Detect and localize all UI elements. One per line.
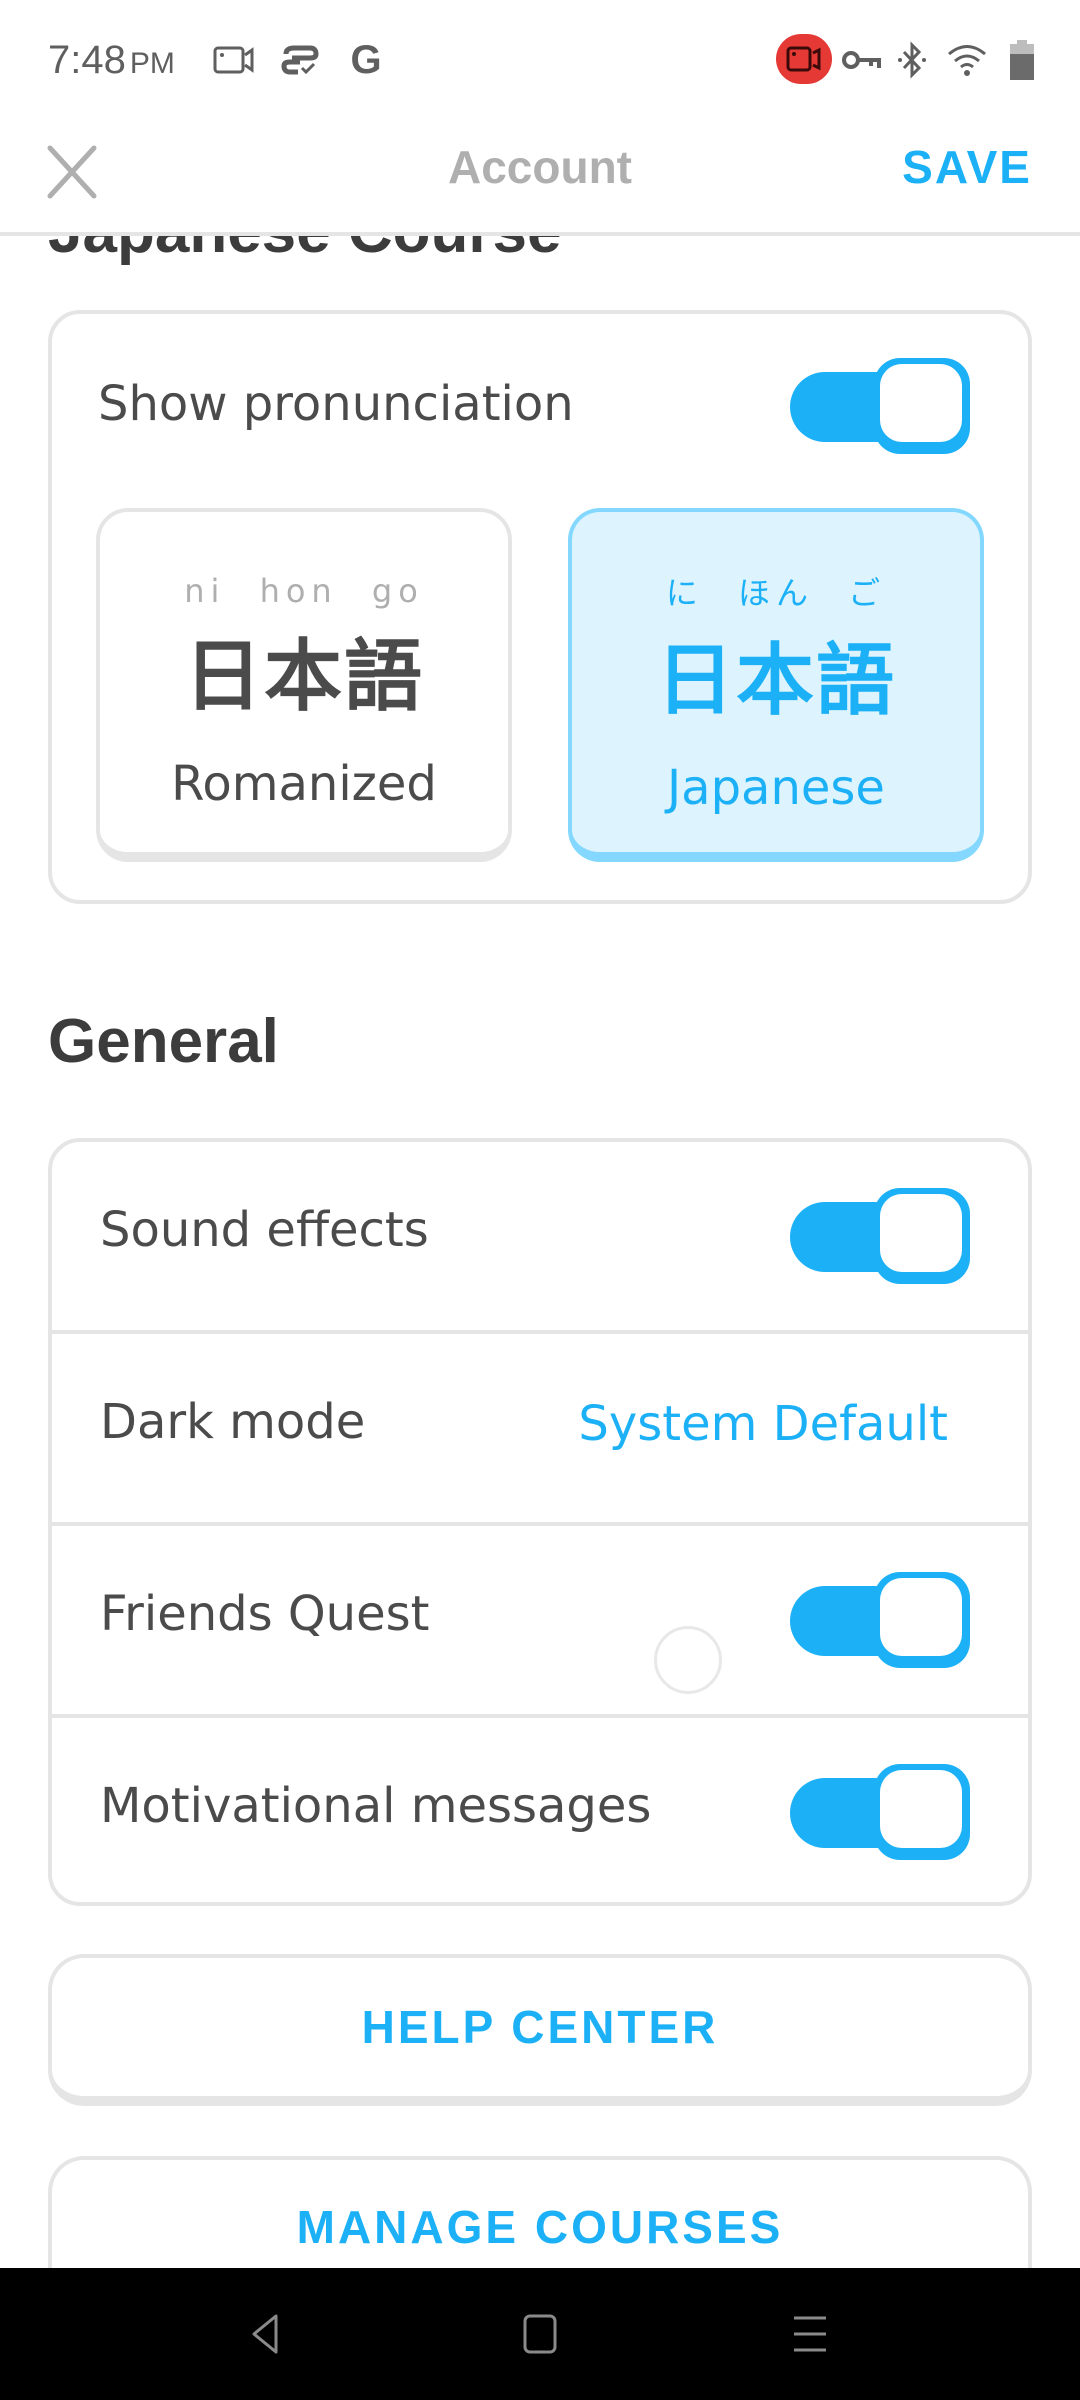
- time-text: 7:48: [48, 38, 126, 82]
- vpn-key-icon: [838, 40, 884, 80]
- toggle-knob: [874, 358, 970, 454]
- google-icon: G: [350, 37, 382, 82]
- toggle-knob: [874, 1764, 970, 1860]
- nav-back-button[interactable]: [236, 2304, 296, 2364]
- option-kanji: 日本語: [183, 632, 424, 722]
- help-center-button[interactable]: HELP CENTER: [48, 1954, 1032, 2106]
- battery-icon: [1008, 40, 1036, 80]
- back-icon: [252, 2314, 278, 2354]
- show-pronunciation-label: Show pronunciation: [98, 376, 574, 432]
- show-pronunciation-toggle[interactable]: [790, 358, 970, 454]
- setting-label: Dark mode: [100, 1394, 366, 1450]
- option-label: Japanese: [667, 760, 885, 816]
- recording-indicator-icon: [776, 34, 832, 84]
- nav-recents-button[interactable]: [780, 2304, 840, 2364]
- sound-effects-toggle[interactable]: [790, 1188, 970, 1284]
- section-title-general: General: [48, 1007, 279, 1076]
- japanese-course-card: Show pronunciation ni hon go 日本語 Romaniz…: [48, 310, 1032, 904]
- recents-icon: [794, 2316, 826, 2352]
- setting-row-sound-effects[interactable]: Sound effects: [52, 1142, 1028, 1334]
- toggle-knob: [874, 1188, 970, 1284]
- home-icon: [523, 2314, 557, 2354]
- option-label: Romanized: [171, 756, 437, 812]
- motivational-messages-toggle[interactable]: [790, 1764, 970, 1860]
- nav-home-button[interactable]: [510, 2304, 570, 2364]
- option-romanized[interactable]: ni hon go 日本語 Romanized: [96, 508, 512, 862]
- bluetooth-icon: [892, 40, 932, 80]
- section-title-japanese-course: Japanese Course: [48, 236, 561, 267]
- touch-indicator: [654, 1626, 722, 1694]
- wifi-icon: [944, 40, 990, 80]
- toggle-knob: [874, 1572, 970, 1668]
- setting-label: Sound effects: [100, 1202, 429, 1258]
- save-button[interactable]: SAVE: [902, 140, 1032, 194]
- system-nav-bar: [0, 2268, 1080, 2400]
- setting-row-friends-quest[interactable]: Friends Quest: [52, 1526, 1028, 1718]
- manage-courses-button[interactable]: MANAGE COURSES: [48, 2156, 1032, 2268]
- screen-record-icon: [212, 40, 256, 80]
- dark-mode-value[interactable]: System Default: [578, 1396, 948, 1452]
- friends-quest-toggle[interactable]: [790, 1572, 970, 1668]
- app-bar: Account SAVE: [0, 120, 1080, 236]
- option-japanese[interactable]: に ほん ご 日本語 Japanese: [568, 508, 984, 862]
- setting-row-motivational-messages[interactable]: Motivational messages: [52, 1718, 1028, 1910]
- general-settings-card: Sound effects Dark mode System Default F…: [48, 1138, 1032, 1906]
- ampm-text: PM: [129, 47, 175, 80]
- option-kanji: 日本語: [655, 636, 896, 726]
- setting-label: Motivational messages: [100, 1778, 652, 1834]
- status-time: 7:48 PM: [48, 38, 175, 83]
- setting-label: Friends Quest: [100, 1586, 430, 1642]
- sync-icon: [278, 40, 322, 80]
- status-bar: 7:48 PM G: [0, 0, 1080, 120]
- settings-scroll-area[interactable]: Japanese Course Show pronunciation ni ho…: [0, 236, 1080, 2268]
- setting-row-dark-mode[interactable]: Dark mode System Default: [52, 1334, 1028, 1526]
- option-ruby: に ほん ご: [665, 574, 887, 612]
- option-ruby: ni hon go: [184, 572, 424, 610]
